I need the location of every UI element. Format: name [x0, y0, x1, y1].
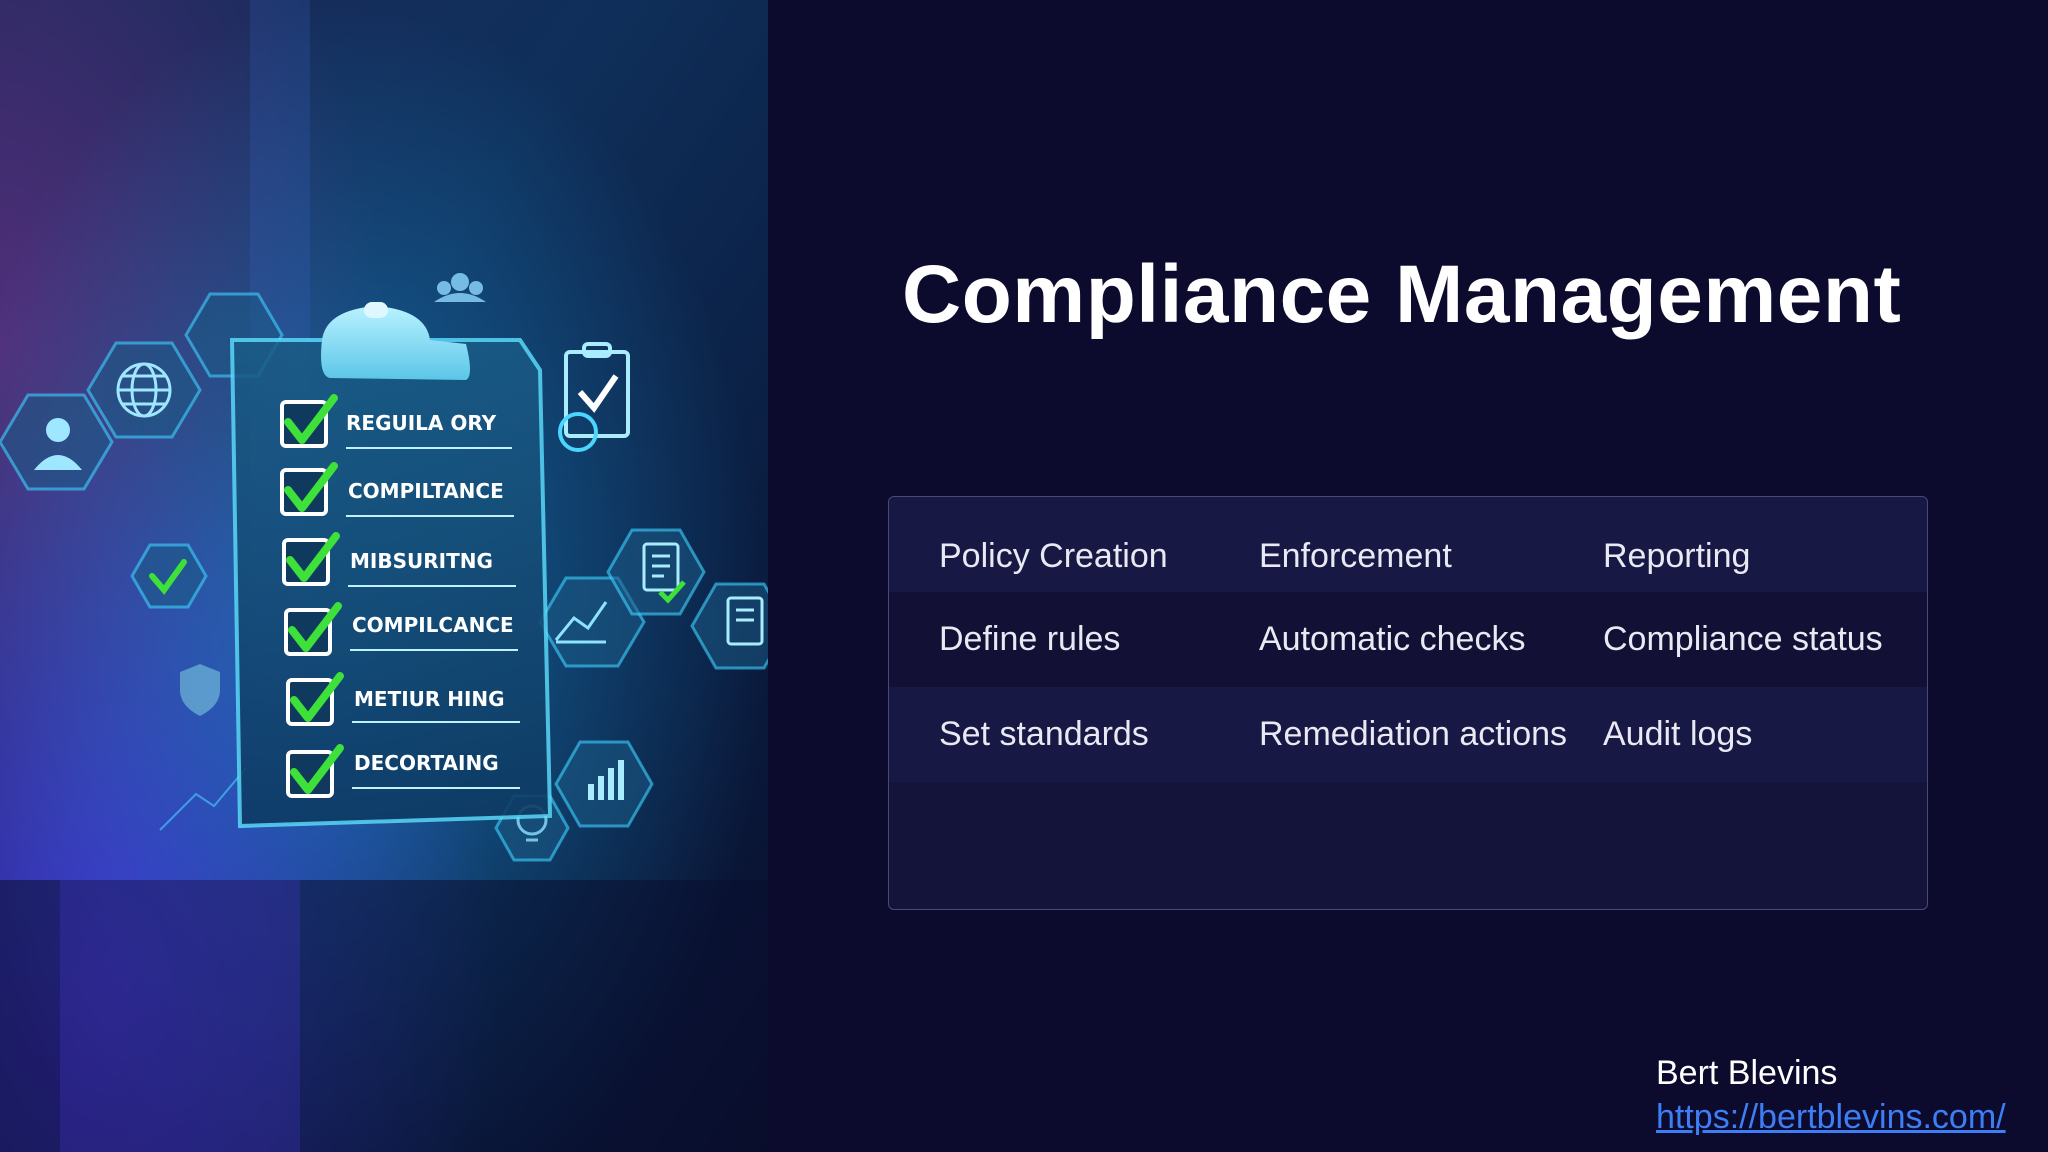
table-cell: Define rules — [939, 620, 1121, 658]
checklist-label: COMPILCANCE — [352, 613, 514, 637]
table-cell: Remediation actions — [1259, 715, 1568, 753]
slide-title: Compliance Management — [902, 249, 1902, 340]
hex-tile — [130, 543, 208, 609]
table-header-cell: Enforcement — [1259, 537, 1452, 575]
author-website-link[interactable]: https://bertblevins.com/ — [1656, 1098, 2006, 1137]
table-header-cell: Policy Creation — [939, 537, 1168, 575]
author-name: Bert Blevins — [1656, 1054, 1838, 1092]
table-cell: Set standards — [939, 715, 1149, 753]
checklist-item: DECORTAING — [286, 744, 520, 798]
checklist-label: METIUR HING — [354, 687, 505, 711]
compliance-table: Policy Creation Enforcement Reporting De… — [888, 496, 1928, 910]
checklist-label: REGUILA ORY — [346, 411, 497, 435]
hero-illustration: REGUILA ORY COMPILTANCE MIBSURITNG COMPI… — [0, 0, 768, 1152]
table-header-row: Policy Creation Enforcement Reporting — [889, 497, 1927, 592]
table-header-cell: Reporting — [1603, 537, 1751, 575]
checklist-label: MIBSURITNG — [350, 549, 493, 573]
table-cell: Audit logs — [1603, 715, 1753, 753]
table-row: Define rules Automatic checks Compliance… — [889, 592, 1927, 687]
table-row: Set standards Remediation actions Audit … — [889, 687, 1927, 782]
checklist-label: COMPILTANCE — [348, 479, 504, 503]
table: Policy Creation Enforcement Reporting De… — [889, 497, 1927, 782]
table-cell: Compliance status — [1603, 620, 1883, 658]
checklist-label: DECORTAING — [354, 751, 499, 775]
compliance-illustration: REGUILA ORY COMPILTANCE MIBSURITNG COMPI… — [0, 0, 768, 1152]
table-cell: Automatic checks — [1259, 620, 1526, 658]
